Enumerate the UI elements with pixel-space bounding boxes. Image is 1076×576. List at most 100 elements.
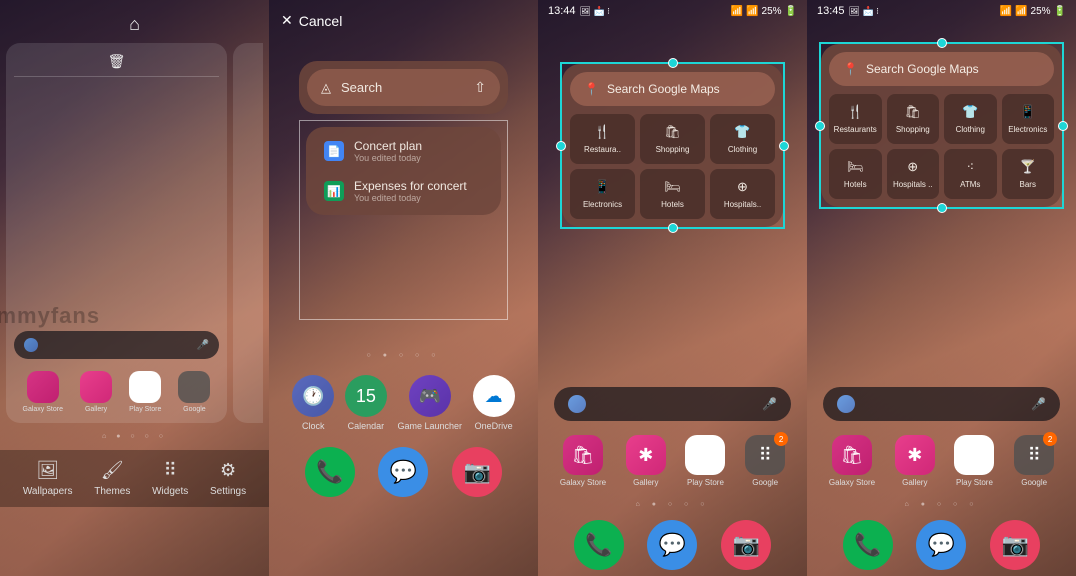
app-play[interactable]: ▶Play Store <box>954 435 994 487</box>
resize-handle-top[interactable] <box>937 38 947 48</box>
app-google[interactable]: ⠿2Google <box>1014 435 1054 487</box>
app-google[interactable]: Google <box>178 371 210 413</box>
maps-tile-hotels[interactable]: 🛏Hotels <box>640 169 705 219</box>
app-message[interactable]: 💬 <box>647 520 697 570</box>
home-panel-next[interactable] <box>233 43 263 423</box>
resize-frame[interactable]: 📍 Search Google Maps 🍴Restaurants🛍Shoppi… <box>819 42 1064 209</box>
calendar-icon: 15 <box>345 375 387 417</box>
tile-label: Bars <box>1006 180 1051 189</box>
option-wallpapers[interactable]: 🖼Wallpapers <box>23 460 73 497</box>
option-themes[interactable]: 🖌Themes <box>94 460 130 497</box>
app-label: Galaxy Store <box>560 478 606 487</box>
maps-tile-hotels[interactable]: 🛏Hotels <box>829 149 882 199</box>
maps-tile-electronics[interactable]: 📱Electronics <box>1002 94 1055 144</box>
app-phone[interactable]: 📞 <box>305 447 355 497</box>
app-gallery[interactable]: ✱Gallery <box>895 435 935 487</box>
play-icon: ▶ <box>954 435 994 475</box>
app-galaxy[interactable]: 🛍Galaxy Store <box>829 435 875 487</box>
trash-icon[interactable]: 🗑 <box>14 53 219 77</box>
maps-tile-electronics[interactable]: 📱Electronics <box>570 169 635 219</box>
app-gallery[interactable]: Gallery <box>80 371 112 413</box>
search-bar[interactable]: 🎤 <box>14 331 219 359</box>
page-indicator: ○ ● ○ ○ ○ <box>269 340 538 371</box>
app-camera[interactable]: 📷 <box>990 520 1040 570</box>
app-row: 🛍Galaxy Store✱Gallery▶Play Store⠿2Google <box>807 427 1076 495</box>
badge: 2 <box>1043 432 1057 446</box>
app-phone[interactable]: 📞 <box>574 520 624 570</box>
drive-files-widget[interactable]: 📄Concert planYou edited today📊Expenses f… <box>306 127 501 215</box>
drive-file-item[interactable]: 📊Expenses for concertYou edited today <box>314 171 493 211</box>
resize-handle-right[interactable] <box>1058 121 1068 131</box>
maps-widget[interactable]: 📍 Search Google Maps 🍴Restaura..🛍Shoppin… <box>562 64 783 227</box>
upload-icon[interactable]: ⇧ <box>474 79 486 96</box>
option-label: Themes <box>94 486 130 497</box>
home-icon[interactable]: ⌂ <box>0 0 269 43</box>
tile-label: Electronics <box>574 200 631 209</box>
home-panel-main[interactable]: 🗑 sammyfans 🎤 Galaxy StoreGalleryPlay St… <box>6 43 227 423</box>
option-widgets[interactable]: ⠿Widgets <box>152 460 188 497</box>
app-onedrive[interactable]: ☁OneDrive <box>473 375 515 431</box>
mic-icon[interactable]: 🎤 <box>1031 397 1046 411</box>
app-gamelauncher[interactable]: 🎮Game Launcher <box>398 375 463 431</box>
app-galaxy[interactable]: Galaxy Store <box>23 371 63 413</box>
maps-tile-shopping[interactable]: 🛍Shopping <box>640 114 705 164</box>
maps-tile-restaura[interactable]: 🍴Restaura.. <box>570 114 635 164</box>
resize-handle-right[interactable] <box>779 141 789 151</box>
widget-area: 📍 Search Google Maps 🍴Restaura..🛍Shoppin… <box>538 22 807 239</box>
tile-label: Hotels <box>644 200 701 209</box>
app-play[interactable]: Play Store <box>129 371 161 413</box>
page-indicator: ⌂ ● ○ ○ ○ <box>807 495 1076 514</box>
maps-tile-hospitals[interactable]: ⊕Hospitals .. <box>887 149 940 199</box>
resize-frame[interactable]: 📍 Search Google Maps 🍴Restaura..🛍Shoppin… <box>560 62 785 229</box>
resize-handle-left[interactable] <box>556 141 566 151</box>
resize-handle-bottom[interactable] <box>668 223 678 233</box>
app-camera[interactable]: 📷 <box>721 520 771 570</box>
app-google[interactable]: ⠿2Google <box>745 435 785 487</box>
app-phone[interactable]: 📞 <box>843 520 893 570</box>
pin-icon: 📍 <box>584 82 599 96</box>
app-label: Google <box>1021 478 1047 487</box>
editor-options: 🖼Wallpapers 🖌Themes ⠿Widgets ⚙Settings <box>0 450 269 507</box>
tile-label: Clothing <box>948 125 993 134</box>
resize-handle-top[interactable] <box>668 58 678 68</box>
maps-tile-hospitals[interactable]: ⊕Hospitals.. <box>710 169 775 219</box>
galaxy-icon: 🛍 <box>563 435 603 475</box>
cancel-button[interactable]: ✕ Cancel <box>269 0 538 41</box>
mic-icon[interactable]: 🎤 <box>197 340 209 351</box>
app-label: Play Store <box>129 406 161 413</box>
drive-search[interactable]: ◬ Search ⇧ <box>307 69 500 106</box>
galaxy-icon <box>27 371 59 403</box>
maps-tile-clothing[interactable]: 👕Clothing <box>944 94 997 144</box>
maps-tile-atms[interactable]: ⁖ATMs <box>944 149 997 199</box>
drive-file-item[interactable]: 📄Concert planYou edited today <box>314 131 493 171</box>
widgets-icon: ⠿ <box>164 460 177 481</box>
mic-icon[interactable]: 🎤 <box>762 397 777 411</box>
file-subtitle: You edited today <box>354 153 483 163</box>
maps-search[interactable]: 📍 Search Google Maps <box>570 72 775 106</box>
app-calendar[interactable]: 15Calendar <box>345 375 387 431</box>
app-clock[interactable]: 🕐Clock <box>292 375 334 431</box>
app-message[interactable]: 💬 <box>378 447 428 497</box>
app-label: Gallery <box>633 478 658 487</box>
maps-tile-clothing[interactable]: 👕Clothing <box>710 114 775 164</box>
maps-tile-bars[interactable]: 🍸Bars <box>1002 149 1055 199</box>
option-settings[interactable]: ⚙Settings <box>210 460 246 497</box>
screen-maps-small: 13:44 🖼 📩 ⁝ 📶 📶 25%🔋 📍 Search Google Map… <box>538 0 807 576</box>
app-gallery[interactable]: ✱Gallery <box>626 435 666 487</box>
search-bar[interactable]: 🎤 <box>823 387 1060 421</box>
app-play[interactable]: ▶Play Store <box>685 435 725 487</box>
bottom-dock: 📞 💬 📷 <box>807 514 1076 576</box>
app-camera[interactable]: 📷 <box>452 447 502 497</box>
resize-handle-left[interactable] <box>815 121 825 131</box>
resize-handle-bottom[interactable] <box>937 203 947 213</box>
maps-widget[interactable]: 📍 Search Google Maps 🍴Restaurants🛍Shoppi… <box>821 44 1062 207</box>
search-bar[interactable]: 🎤 <box>554 387 791 421</box>
app-galaxy[interactable]: 🛍 Galaxy Store <box>560 435 606 487</box>
maps-tile-restaurants[interactable]: 🍴Restaurants <box>829 94 882 144</box>
app-message[interactable]: 💬 <box>916 520 966 570</box>
maps-search[interactable]: 📍 Search Google Maps <box>829 52 1054 86</box>
maps-tile-shopping[interactable]: 🛍Shopping <box>887 94 940 144</box>
app-label: Galaxy Store <box>23 406 63 413</box>
browser-icon <box>24 338 38 352</box>
drive-widget[interactable]: ◬ Search ⇧ <box>299 61 508 114</box>
